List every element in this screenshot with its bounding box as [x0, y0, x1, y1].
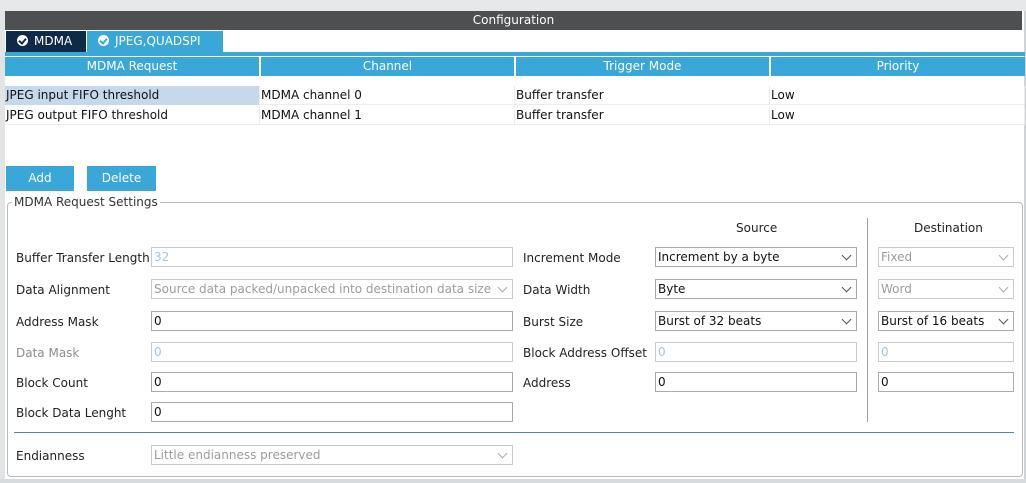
- delete-button[interactable]: Delete: [87, 166, 156, 191]
- tab-jpeg-quadspi-label: JPEG,QUADSPI: [115, 34, 201, 48]
- frame-bottom-edge: [0, 479, 1026, 483]
- increment-mode-source-select[interactable]: Increment by a byte: [655, 247, 857, 267]
- increment-mode-source-value: Increment by a byte: [658, 250, 780, 264]
- burst-size-destination-select[interactable]: Burst of 16 beats: [878, 311, 1014, 331]
- cell-request[interactable]: JPEG output FIFO threshold: [5, 106, 260, 125]
- block-address-offset-label: Block Address Offset: [523, 346, 647, 360]
- address-mask-field[interactable]: 0: [151, 311, 513, 331]
- source-destination-divider: [867, 218, 868, 422]
- block-address-offset-source-field[interactable]: 0: [655, 342, 857, 362]
- block-address-offset-destination-field[interactable]: 0: [878, 342, 1014, 362]
- cell-channel[interactable]: MDMA channel 1: [260, 106, 515, 125]
- tab-jpeg-quadspi[interactable]: JPEG,QUADSPI: [87, 31, 223, 52]
- mdma-request-settings-group: [7, 202, 1023, 477]
- table-row[interactable]: JPEG input FIFO threshold MDMA channel 0…: [5, 86, 1025, 105]
- burst-size-label: Burst Size: [523, 315, 584, 329]
- block-data-length-field[interactable]: 0: [151, 402, 513, 422]
- endianness-separator: [14, 432, 1014, 433]
- block-count-label: Block Count: [16, 376, 88, 390]
- add-button[interactable]: Add: [6, 166, 74, 191]
- cell-priority[interactable]: Low: [770, 86, 1025, 105]
- address-mask-label: Address Mask: [16, 315, 99, 329]
- chevron-down-icon: [841, 282, 852, 293]
- table-row[interactable]: JPEG output FIFO threshold MDMA channel …: [5, 106, 1025, 125]
- tab-mdma[interactable]: MDMA: [6, 31, 86, 52]
- endianness-label: Endianness: [16, 449, 85, 463]
- burst-size-destination-value: Burst of 16 beats: [881, 314, 985, 328]
- column-header-priority[interactable]: Priority: [771, 57, 1025, 76]
- data-width-source-value: Byte: [658, 282, 686, 296]
- data-mask-field[interactable]: 0: [151, 342, 513, 362]
- data-width-label: Data Width: [523, 283, 591, 297]
- burst-size-source-value: Burst of 32 beats: [658, 314, 762, 328]
- address-destination-field[interactable]: 0: [878, 372, 1014, 392]
- chevron-down-icon: [497, 448, 508, 459]
- increment-mode-destination-value: Fixed: [881, 250, 913, 264]
- tab-mdma-label: MDMA: [34, 34, 73, 48]
- chevron-down-icon: [841, 314, 852, 325]
- buffer-transfer-length-field[interactable]: 32: [151, 247, 513, 267]
- top-strip: [0, 0, 1026, 11]
- endianness-value: Little endianness preserved: [154, 448, 321, 462]
- data-mask-label: Data Mask: [16, 346, 80, 360]
- column-header-trigger-mode[interactable]: Trigger Mode: [516, 57, 769, 76]
- check-circle-icon: [98, 35, 109, 46]
- buffer-transfer-length-label: Buffer Transfer Length: [16, 251, 150, 265]
- cell-trigger-mode[interactable]: Buffer transfer: [515, 86, 770, 105]
- cell-channel[interactable]: MDMA channel 0: [260, 86, 515, 105]
- increment-mode-label: Increment Mode: [523, 251, 621, 265]
- check-circle-icon: [17, 35, 28, 46]
- cell-priority[interactable]: Low: [770, 106, 1025, 125]
- block-data-length-label: Block Data Lenght: [16, 406, 127, 420]
- configuration-title-bar: Configuration: [5, 11, 1022, 30]
- column-header-channel[interactable]: Channel: [261, 57, 514, 76]
- data-alignment-value: Source data packed/unpacked into destina…: [154, 282, 492, 296]
- data-alignment-select[interactable]: Source data packed/unpacked into destina…: [151, 279, 513, 299]
- frame-left-edge: [0, 11, 5, 483]
- increment-mode-destination-select[interactable]: Fixed: [878, 247, 1014, 267]
- burst-size-source-select[interactable]: Burst of 32 beats: [655, 311, 857, 331]
- table-header: MDMA Request Channel Trigger Mode Priori…: [5, 57, 1025, 76]
- chevron-down-icon: [841, 250, 852, 261]
- data-alignment-label: Data Alignment: [16, 283, 110, 297]
- column-header-mdma-request[interactable]: MDMA Request: [5, 57, 259, 76]
- cell-trigger-mode[interactable]: Buffer transfer: [515, 106, 770, 125]
- destination-header: Destination: [914, 221, 983, 235]
- block-count-field[interactable]: 0: [151, 372, 513, 392]
- address-source-field[interactable]: 0: [655, 372, 857, 392]
- data-width-destination-value: Word: [881, 282, 912, 296]
- chevron-down-icon: [998, 250, 1009, 261]
- address-label: Address: [523, 376, 571, 390]
- tab-underline: [5, 52, 1025, 56]
- settings-group-title: MDMA Request Settings: [12, 195, 160, 209]
- chevron-down-icon: [998, 314, 1009, 325]
- endianness-select[interactable]: Little endianness preserved: [151, 445, 513, 465]
- chevron-down-icon: [998, 282, 1009, 293]
- chevron-down-icon: [497, 282, 508, 293]
- cell-request[interactable]: JPEG input FIFO threshold: [5, 86, 260, 105]
- data-width-source-select[interactable]: Byte: [655, 279, 857, 299]
- data-width-destination-select[interactable]: Word: [878, 279, 1014, 299]
- source-header: Source: [736, 221, 778, 235]
